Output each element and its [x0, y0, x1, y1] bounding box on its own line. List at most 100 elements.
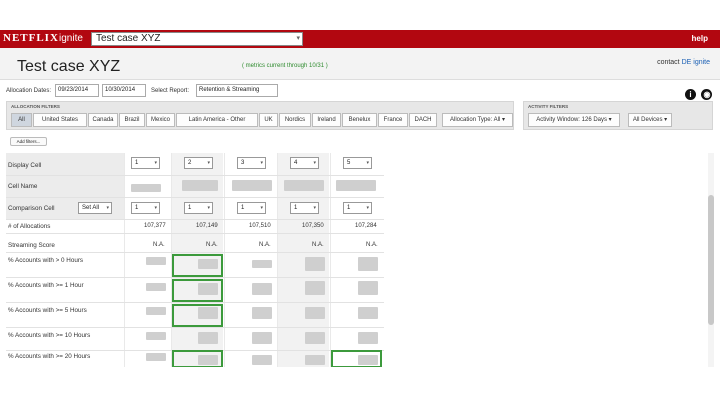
- help-link[interactable]: help: [692, 34, 708, 43]
- set-all-select[interactable]: Set All ▾: [78, 202, 112, 214]
- add-filters-button[interactable]: Add filters...: [10, 137, 47, 146]
- info-icon[interactable]: i: [685, 89, 696, 100]
- metric-redacted: [305, 307, 325, 319]
- filter-canada[interactable]: Canada: [88, 113, 118, 127]
- chevron-down-icon: ▾: [154, 160, 157, 166]
- chevron-down-icon: ▾: [313, 205, 316, 211]
- metric-redacted: [146, 353, 166, 361]
- allocations-cell-2: 107,149: [196, 223, 218, 229]
- metric-redacted: [305, 257, 325, 271]
- filter-brazil[interactable]: Brazil: [119, 113, 145, 127]
- comparison-cell-select-2[interactable]: 1 ▾: [184, 202, 213, 214]
- netflix-logo: NETFLIX: [3, 32, 59, 44]
- allocation-type-label: Allocation Type: All: [450, 117, 501, 123]
- chevron-down-icon: ▾: [260, 205, 263, 211]
- metric-redacted: [358, 332, 378, 344]
- allocation-filters: ALLOCATION FILTERS All United States Can…: [6, 101, 514, 130]
- metric-redacted: [358, 281, 378, 295]
- grid-divider: [277, 153, 278, 367]
- display-cell-select-5[interactable]: 5 ▾: [343, 157, 372, 169]
- significance-highlight: [172, 254, 223, 277]
- row-label-ge-20-hours: % Accounts with >= 20 Hours: [8, 353, 91, 360]
- metric-redacted: [305, 281, 325, 295]
- streaming-score-cell-1: N.A.: [153, 242, 165, 248]
- display-cell-select-1[interactable]: 1 ▾: [131, 157, 160, 169]
- allocations-cell-5: 107,284: [355, 223, 377, 229]
- significance-highlight: [172, 279, 223, 302]
- globe-icon[interactable]: ◉: [701, 89, 713, 100]
- display-cell-value: 5: [347, 160, 351, 166]
- comparison-cell-select-5[interactable]: 1 ▾: [343, 202, 372, 214]
- top-bar: NETFLIX ignite Test case XYZ ▾ help: [0, 30, 720, 48]
- comparison-cell-select-1[interactable]: 1 ▾: [131, 202, 160, 214]
- scrollbar-thumb[interactable]: [708, 195, 714, 325]
- chevron-down-icon: ▾: [207, 205, 210, 211]
- display-cell-value: 2: [188, 160, 192, 166]
- filter-mexico[interactable]: Mexico: [146, 113, 175, 127]
- allocation-dates-label: Allocation Dates:: [6, 88, 52, 94]
- activity-window-label: Activity Window: 126 Days: [536, 117, 607, 123]
- row-label-display-cell: Display Cell: [8, 162, 42, 169]
- metric-redacted: [146, 332, 166, 340]
- page-header: Test case XYZ ( metrics current through …: [0, 48, 720, 80]
- row-label-cell-name: Cell Name: [8, 183, 38, 190]
- contact-text: contact DE ignite: [657, 59, 710, 66]
- filter-benelux[interactable]: Benelux: [342, 113, 377, 127]
- filter-all[interactable]: All: [11, 113, 32, 127]
- start-date-input[interactable]: 09/23/2014: [55, 84, 99, 97]
- metric-redacted: [358, 257, 378, 271]
- grid-divider: [124, 153, 125, 367]
- metric-redacted: [146, 307, 166, 315]
- grid-row-line: [6, 197, 384, 198]
- metrics-note: ( metrics current through 10/31 ): [242, 63, 328, 69]
- comparison-cell-select-3[interactable]: 1 ▾: [237, 202, 266, 214]
- metric-redacted: [252, 283, 272, 295]
- allocation-type-select[interactable]: Allocation Type: All ▾: [442, 113, 513, 127]
- significance-highlight: [331, 350, 382, 367]
- filter-ireland[interactable]: Ireland: [312, 113, 341, 127]
- devices-label: All Devices: [632, 117, 663, 123]
- end-date-input[interactable]: 10/30/2014: [102, 84, 146, 97]
- grid-row-line: [6, 252, 384, 253]
- grid-row-line: [6, 175, 384, 176]
- vertical-scrollbar[interactable]: [708, 153, 714, 367]
- comparison-cell-value: 1: [241, 205, 245, 211]
- display-cell-select-3[interactable]: 3 ▾: [237, 157, 266, 169]
- filter-united-states[interactable]: United States: [33, 113, 87, 127]
- contact-link[interactable]: DE ignite: [682, 59, 710, 66]
- comparison-cell-value: 1: [188, 205, 192, 211]
- filter-latin-america-other[interactable]: Latin America - Other: [176, 113, 258, 127]
- comparison-cell-value: 1: [294, 205, 298, 211]
- filter-france[interactable]: France: [378, 113, 408, 127]
- display-cell-value: 4: [294, 160, 298, 166]
- metric-redacted: [358, 307, 378, 319]
- report-select[interactable]: Test case XYZ ▾: [91, 32, 303, 46]
- metric-redacted: [252, 332, 272, 344]
- cell-name-redacted: [232, 180, 272, 191]
- display-cell-select-4[interactable]: 4 ▾: [290, 157, 319, 169]
- cell-name-redacted: [131, 184, 161, 192]
- devices-select[interactable]: All Devices ▾: [628, 113, 672, 127]
- grid-row-line: [6, 233, 384, 234]
- filter-nordics[interactable]: Nordics: [279, 113, 311, 127]
- row-label-ge-10-hours: % Accounts with >= 10 Hours: [8, 332, 91, 339]
- display-cell-select-2[interactable]: 2 ▾: [184, 157, 213, 169]
- allocations-cell-3: 107,510: [249, 223, 271, 229]
- chevron-down-icon: ▾: [366, 160, 369, 166]
- filter-dach[interactable]: DACH: [409, 113, 437, 127]
- metric-redacted: [198, 332, 218, 344]
- activity-window-select[interactable]: Activity Window: 126 Days ▾: [528, 113, 620, 127]
- report-type-select[interactable]: Retention & Streaming: [196, 84, 278, 97]
- chevron-down-icon: ▾: [106, 205, 109, 211]
- chevron-down-icon: ▾: [260, 160, 263, 166]
- comparison-cell-value: 1: [135, 205, 139, 211]
- app-name: ignite: [59, 33, 83, 44]
- allocations-cell-1: 107,377: [144, 223, 166, 229]
- filter-uk[interactable]: UK: [259, 113, 278, 127]
- row-label-allocations: # of Allocations: [8, 223, 51, 230]
- comparison-cell-select-4[interactable]: 1 ▾: [290, 202, 319, 214]
- streaming-score-cell-5: N.A.: [366, 242, 378, 248]
- allocations-cell-4: 107,350: [302, 223, 324, 229]
- comparison-cell-value: 1: [347, 205, 351, 211]
- grid-row-line: [6, 327, 384, 328]
